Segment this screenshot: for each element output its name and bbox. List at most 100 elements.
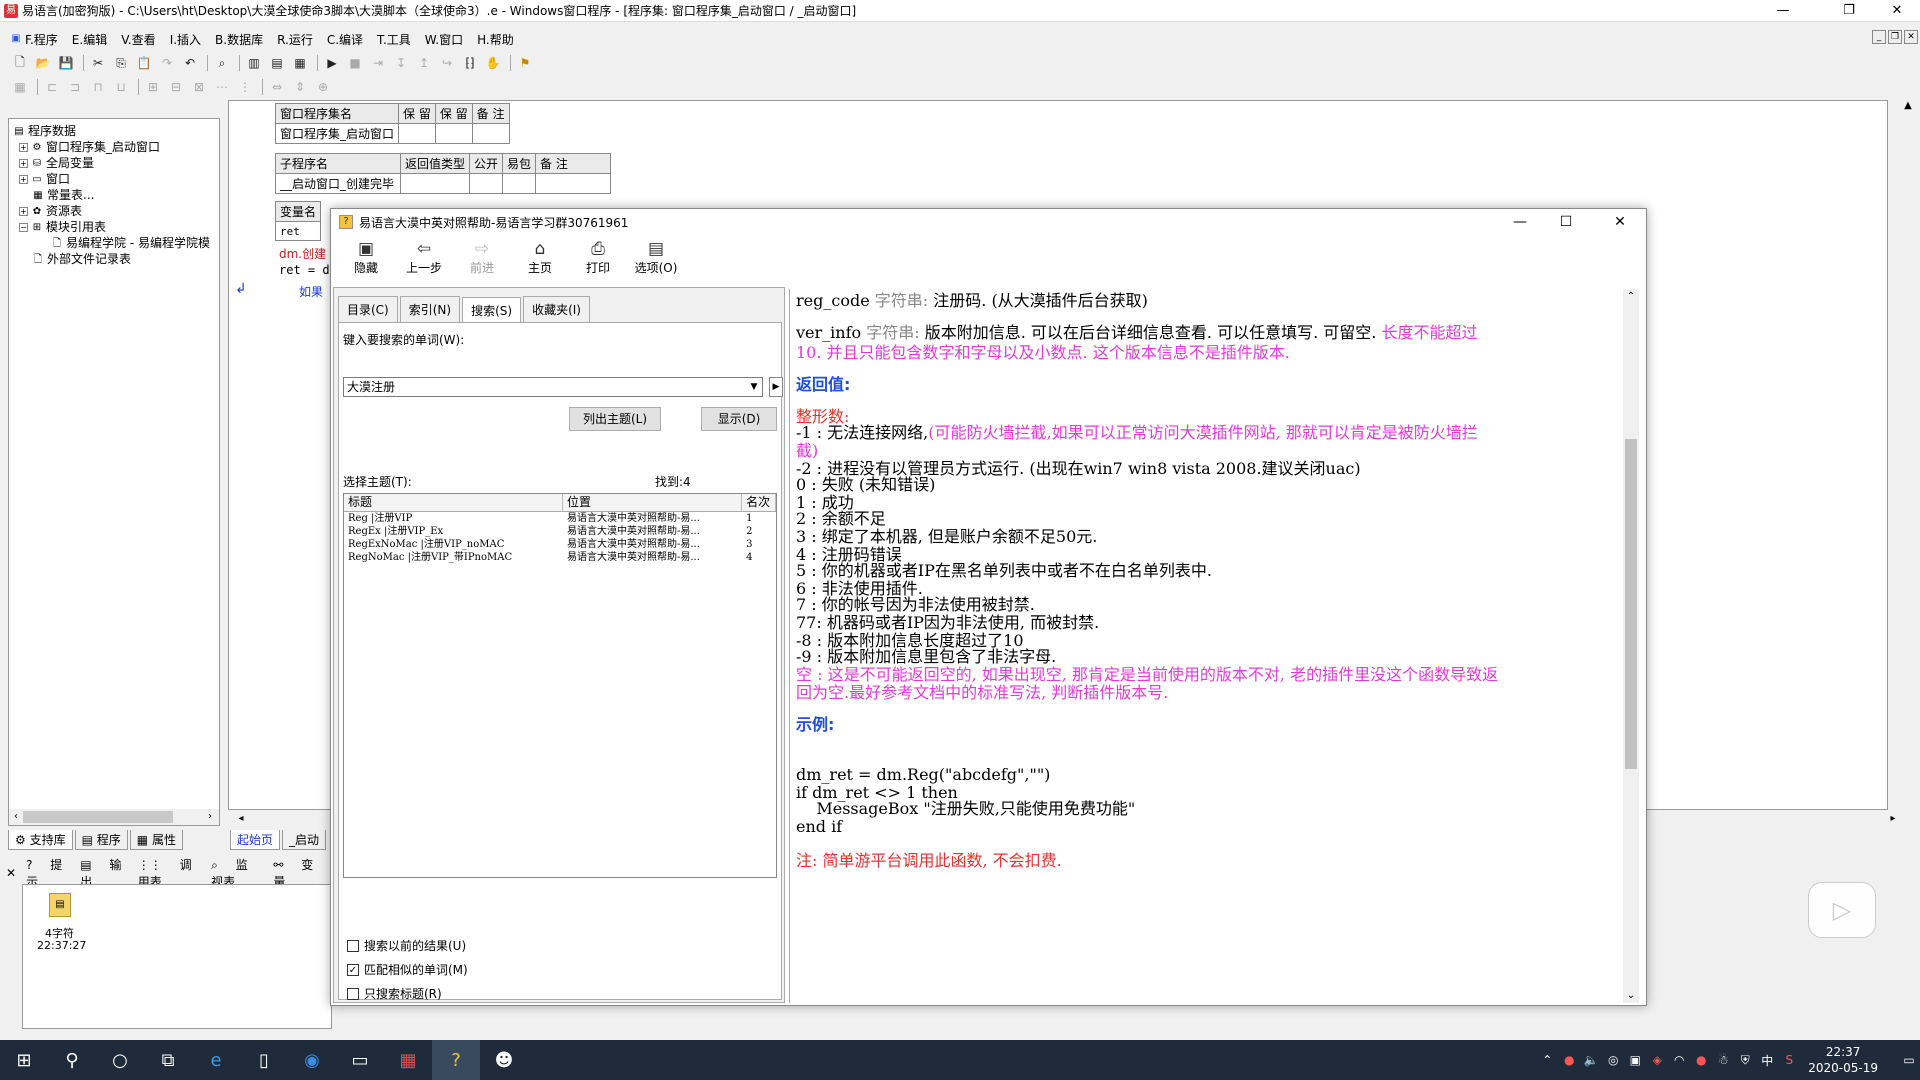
menu-view[interactable]: V.查看 [121,31,155,48]
dropdown-arrow-icon[interactable]: ▼ [746,378,762,396]
menu-edit[interactable]: E.编辑 [72,31,107,48]
options-button[interactable]: ▤ 选项(O) [627,235,685,285]
home-button[interactable]: ⌂ 主页 [511,235,569,285]
restore-button[interactable]: ❐ [1826,0,1872,22]
checkbox-box[interactable]: ✓ [347,963,359,976]
align-bottom-icon[interactable]: ⊔ [111,78,131,96]
result-row[interactable]: RegEx |注册VIP_Ex 易语言大漠中英对照帮助-易... 2 [344,525,776,538]
mdi-restore-button[interactable]: ❐ [1888,30,1902,44]
align-center-icon[interactable]: ⊐ [65,78,85,96]
tab-search[interactable]: 搜索(S) [462,297,522,324]
tree-item[interactable]: + ▭ 窗口 [13,171,219,187]
step-over-icon[interactable]: ↪ [437,54,457,72]
same-width-icon[interactable]: ⊞ [143,78,163,96]
layout1-icon[interactable]: ▥ [244,54,264,72]
ime-indicator[interactable]: 中 [1756,1040,1778,1080]
tab-properties[interactable]: ▦ 属性 [129,830,183,850]
scroll-right-icon[interactable]: ▸ [1886,813,1900,824]
table-cell[interactable] [399,173,471,194]
scroll-up-icon[interactable]: ▲ [1900,100,1916,111]
scroll-down-icon[interactable]: ⌄ [1623,990,1639,1001]
center-v-icon[interactable]: ⇕ [290,78,310,96]
result-row[interactable]: Reg |注册VIP 易语言大漠中英对照帮助-易... 1 [344,512,776,525]
help-maximize-button[interactable]: ☐ [1543,209,1589,235]
stop-icon[interactable]: ■ [345,54,365,72]
align-left-icon[interactable]: ⊏ [42,78,62,96]
expand-icon[interactable]: + [19,159,28,168]
app-red-icon[interactable]: ▦ [384,1040,432,1080]
start-windows-icon[interactable]: ⊞ [0,1040,48,1080]
tree-item[interactable]: ▤ 程序数据 [13,123,219,139]
undo-icon[interactable]: ↶ [180,54,200,72]
table-cell[interactable] [535,173,612,194]
layout2-icon[interactable]: ▤ [267,54,287,72]
display-button[interactable]: 显示(D) [701,407,777,431]
menu-help[interactable]: H.帮助 [477,31,514,48]
space-h-icon[interactable]: ⋯ [212,78,232,96]
find-icon[interactable]: ⌕ [212,54,232,72]
step-into-icon[interactable]: ↧ [391,54,411,72]
search-icon[interactable]: ⚲ [48,1040,96,1080]
scroll-thumb[interactable] [1625,439,1637,769]
help-app-icon[interactable]: ? [432,1040,480,1080]
col-header-location[interactable]: 位置 [563,494,743,511]
forward-button[interactable]: ⇨ 前进 [453,235,511,285]
save-icon[interactable]: 💾 [56,54,76,72]
minimize-button[interactable]: — [1760,0,1806,22]
align-grid-icon[interactable]: ▦ [10,78,30,96]
menu-compile[interactable]: C.编译 [327,31,363,48]
align-top-icon[interactable]: ⊓ [88,78,108,96]
step-icon[interactable]: ⇥ [368,54,388,72]
tab-contents[interactable]: 目录(C) [338,296,398,323]
browser-icon[interactable]: ◉ [288,1040,336,1080]
same-size-icon[interactable]: ⊠ [189,78,209,96]
menu-insert[interactable]: I.插入 [170,31,201,48]
table-cell[interactable]: ret [274,221,322,241]
video-play-overlay[interactable]: ▷ [1808,882,1876,938]
shield-icon[interactable]: ⛨ [1734,1040,1756,1080]
layout3-icon[interactable]: ▦ [290,54,310,72]
table-cell[interactable] [434,123,473,144]
menu-program[interactable]: F.程序 [25,31,58,48]
breakpoint-icon[interactable]: ⁅⁆ [460,54,480,72]
edge-icon[interactable]: e [192,1040,240,1080]
table-cell[interactable] [398,123,436,144]
volume-icon[interactable]: 🔈 [1580,1040,1602,1080]
checkbox-box[interactable] [347,987,359,1000]
search-go-button[interactable]: ▶ [769,377,783,397]
expand-icon[interactable]: + [19,175,28,184]
scroll-right-icon[interactable]: › [203,809,217,825]
expand-icon[interactable]: + [19,143,28,152]
col-header-rank[interactable]: 名次 [742,494,776,511]
wifi-icon[interactable]: ◠ [1668,1040,1690,1080]
code-line[interactable]: ret = dm [279,263,337,277]
help-close-button[interactable]: ✕ [1597,209,1643,235]
checkbox-box[interactable] [347,939,359,952]
checkbox-search-previous[interactable]: 搜索以前的结果(U) [347,937,466,954]
help-content-vscroll[interactable]: ⌃ ⌄ [1623,289,1639,1003]
space-v-icon[interactable]: ⋮ [235,78,255,96]
table-cell[interactable] [502,173,537,194]
center-h-icon[interactable]: ⇔ [267,78,287,96]
run-icon[interactable]: ▶ [322,54,342,72]
tab-index[interactable]: 索引(N) [399,296,461,323]
tree-hscroll[interactable]: ‹ › [9,809,219,825]
mdi-close-button[interactable]: ✕ [1904,30,1918,44]
tree-item[interactable]: + ⚙ 窗口程序集_启动窗口 [13,139,219,155]
step-out-icon[interactable]: ↥ [414,54,434,72]
checkbox-match-similar[interactable]: ✓ 匹配相似的单词(M) [347,961,468,978]
tab-start-window[interactable]: _启动 [282,830,327,850]
search-input[interactable]: 大漠注册 ▼ [343,377,763,397]
table-cell[interactable] [471,123,510,144]
table-cell[interactable]: __启动窗口_创建完毕 [275,173,401,194]
tray-app4-icon[interactable]: ◈ [1646,1040,1668,1080]
penguin-icon[interactable]: ☃ [1712,1040,1734,1080]
tree-item[interactable]: 🗋 外部文件记录表 [13,251,219,267]
clock[interactable]: 22:37 2020-05-19 [1808,1044,1878,1076]
col-header-title[interactable]: 标题 [344,494,563,511]
back-button[interactable]: ⇦ 上一步 [395,235,453,285]
checkbox-titles-only[interactable]: 只搜索标题(R) [347,985,442,1002]
avatar-app-icon[interactable]: ☻ [480,1040,528,1080]
tab-favorites[interactable]: 收藏夹(I) [523,296,590,323]
cut-icon[interactable]: ✂ [88,54,108,72]
